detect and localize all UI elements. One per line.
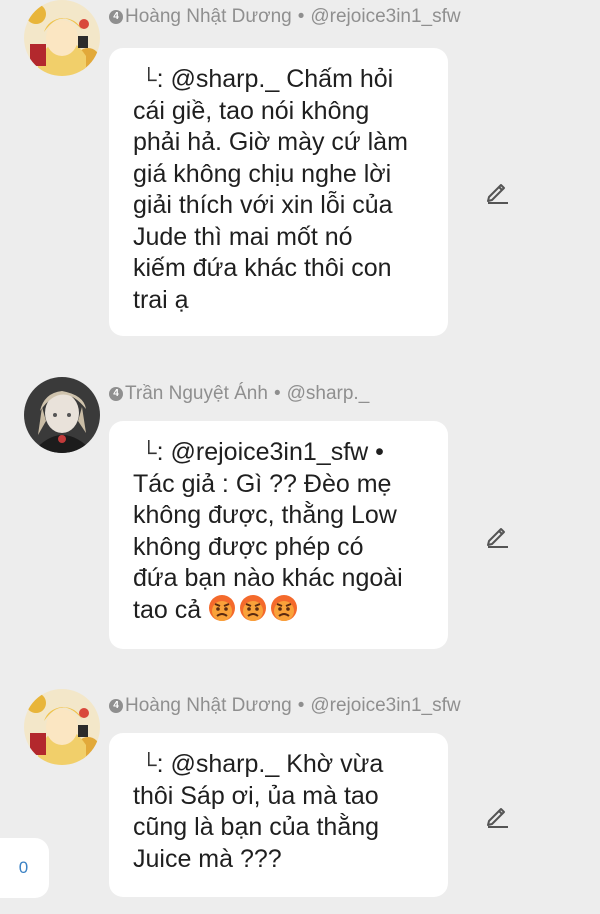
reply-corner-icon: └ bbox=[141, 440, 157, 465]
avatar[interactable] bbox=[24, 689, 100, 765]
level-badge: 4 bbox=[109, 10, 123, 24]
text-line: └: @sharp._ Khờ vừa bbox=[133, 749, 430, 781]
reply-corner-icon: └ bbox=[141, 752, 157, 777]
text-segment: tao cả bbox=[133, 595, 202, 624]
text-line: Jude thì mai mốt nó bbox=[133, 222, 353, 251]
text-line: cũng là bạn của thằng bbox=[133, 813, 380, 841]
comment-body: └: @rejoice3in1_sfw • Tác giả : Gì ?? Đè… bbox=[133, 437, 430, 626]
edit-pencil-icon[interactable] bbox=[484, 178, 510, 204]
comment-header: 4 Hoàng Nhật Dương • @rejoice3in1_sfw bbox=[109, 6, 461, 28]
author-name[interactable]: Hoàng Nhật Dương bbox=[125, 6, 292, 28]
text-line: giá không chịu nghe lời bbox=[133, 159, 392, 188]
angry-face-icon bbox=[271, 594, 298, 621]
text-line: └: @rejoice3in1_sfw • bbox=[133, 437, 430, 469]
avatar[interactable] bbox=[24, 377, 100, 453]
text-line: giải thích với xin lỗi của bbox=[133, 191, 393, 219]
reply-mention[interactable]: @rejoice3in1_sfw • bbox=[171, 438, 384, 466]
text-line: thôi Sáp ơi, ủa mà tao bbox=[133, 781, 379, 810]
text-line: kiếm đứa khác thôi con bbox=[133, 254, 392, 282]
level-badge: 4 bbox=[109, 699, 123, 713]
angry-face-icon bbox=[240, 594, 267, 621]
text-line: └: @sharp._ Chấm hỏi bbox=[133, 64, 430, 96]
separator-dot: • bbox=[297, 695, 305, 716]
comment-bubble: └: @sharp._ Chấm hỏi cái giề, tao nói kh… bbox=[109, 48, 448, 336]
separator-dot: • bbox=[273, 383, 281, 404]
author-handle[interactable]: @rejoice3in1_sfw bbox=[310, 695, 460, 717]
comment-header: 4 Hoàng Nhật Dương • @rejoice3in1_sfw bbox=[109, 695, 461, 717]
text-line: đứa bạn nào khác ngoài bbox=[133, 564, 403, 592]
separator-dot: • bbox=[297, 6, 305, 27]
comment-count-button[interactable]: 0 bbox=[0, 838, 49, 898]
comment-body: └: @sharp._ Khờ vừa thôi Sáp ơi, ủa mà t… bbox=[133, 749, 430, 875]
comment-thread: 4 Hoàng Nhật Dương • @rejoice3in1_sfw └:… bbox=[0, 0, 600, 914]
text-line: Tác giả : Gì ?? Đèo mẹ bbox=[133, 469, 392, 498]
text-segment: Khờ vừa bbox=[286, 750, 384, 778]
text-segment: Chấm hỏi bbox=[286, 65, 394, 93]
level-badge: 4 bbox=[109, 387, 123, 401]
reply-corner-icon: └ bbox=[141, 67, 157, 92]
comment-bubble: └: @rejoice3in1_sfw • Tác giả : Gì ?? Đè… bbox=[109, 421, 448, 649]
author-handle[interactable]: @rejoice3in1_sfw bbox=[310, 6, 460, 28]
comment-header: 4 Trần Nguyệt Ánh • @sharp._ bbox=[109, 383, 369, 405]
text-line: không được, thằng Low bbox=[133, 501, 397, 529]
reply-mention[interactable]: @sharp._ bbox=[171, 65, 280, 93]
text-line: không được phép có bbox=[133, 532, 364, 561]
text-line: tao cả bbox=[133, 594, 430, 627]
text-line: Juice mà ??? bbox=[133, 844, 282, 873]
avatar[interactable] bbox=[24, 0, 100, 76]
comment-bubble: └: @sharp._ Khờ vừa thôi Sáp ơi, ủa mà t… bbox=[109, 733, 448, 897]
text-line: cái giề, tao nói không bbox=[133, 96, 370, 125]
reply-mention[interactable]: @sharp._ bbox=[171, 750, 280, 778]
emoji-row bbox=[208, 594, 301, 624]
text-line: trai ạ bbox=[133, 285, 189, 314]
edit-pencil-icon[interactable] bbox=[484, 802, 510, 828]
edit-pencil-icon[interactable] bbox=[484, 522, 510, 548]
author-name[interactable]: Hoàng Nhật Dương bbox=[125, 695, 292, 717]
author-handle[interactable]: @sharp._ bbox=[287, 383, 370, 405]
text-line: phải hả. Giờ mày cứ làm bbox=[133, 128, 408, 156]
angry-face-icon bbox=[209, 594, 236, 621]
author-name[interactable]: Trần Nguyệt Ánh bbox=[125, 383, 268, 405]
comment-body: └: @sharp._ Chấm hỏi cái giề, tao nói kh… bbox=[133, 64, 430, 316]
